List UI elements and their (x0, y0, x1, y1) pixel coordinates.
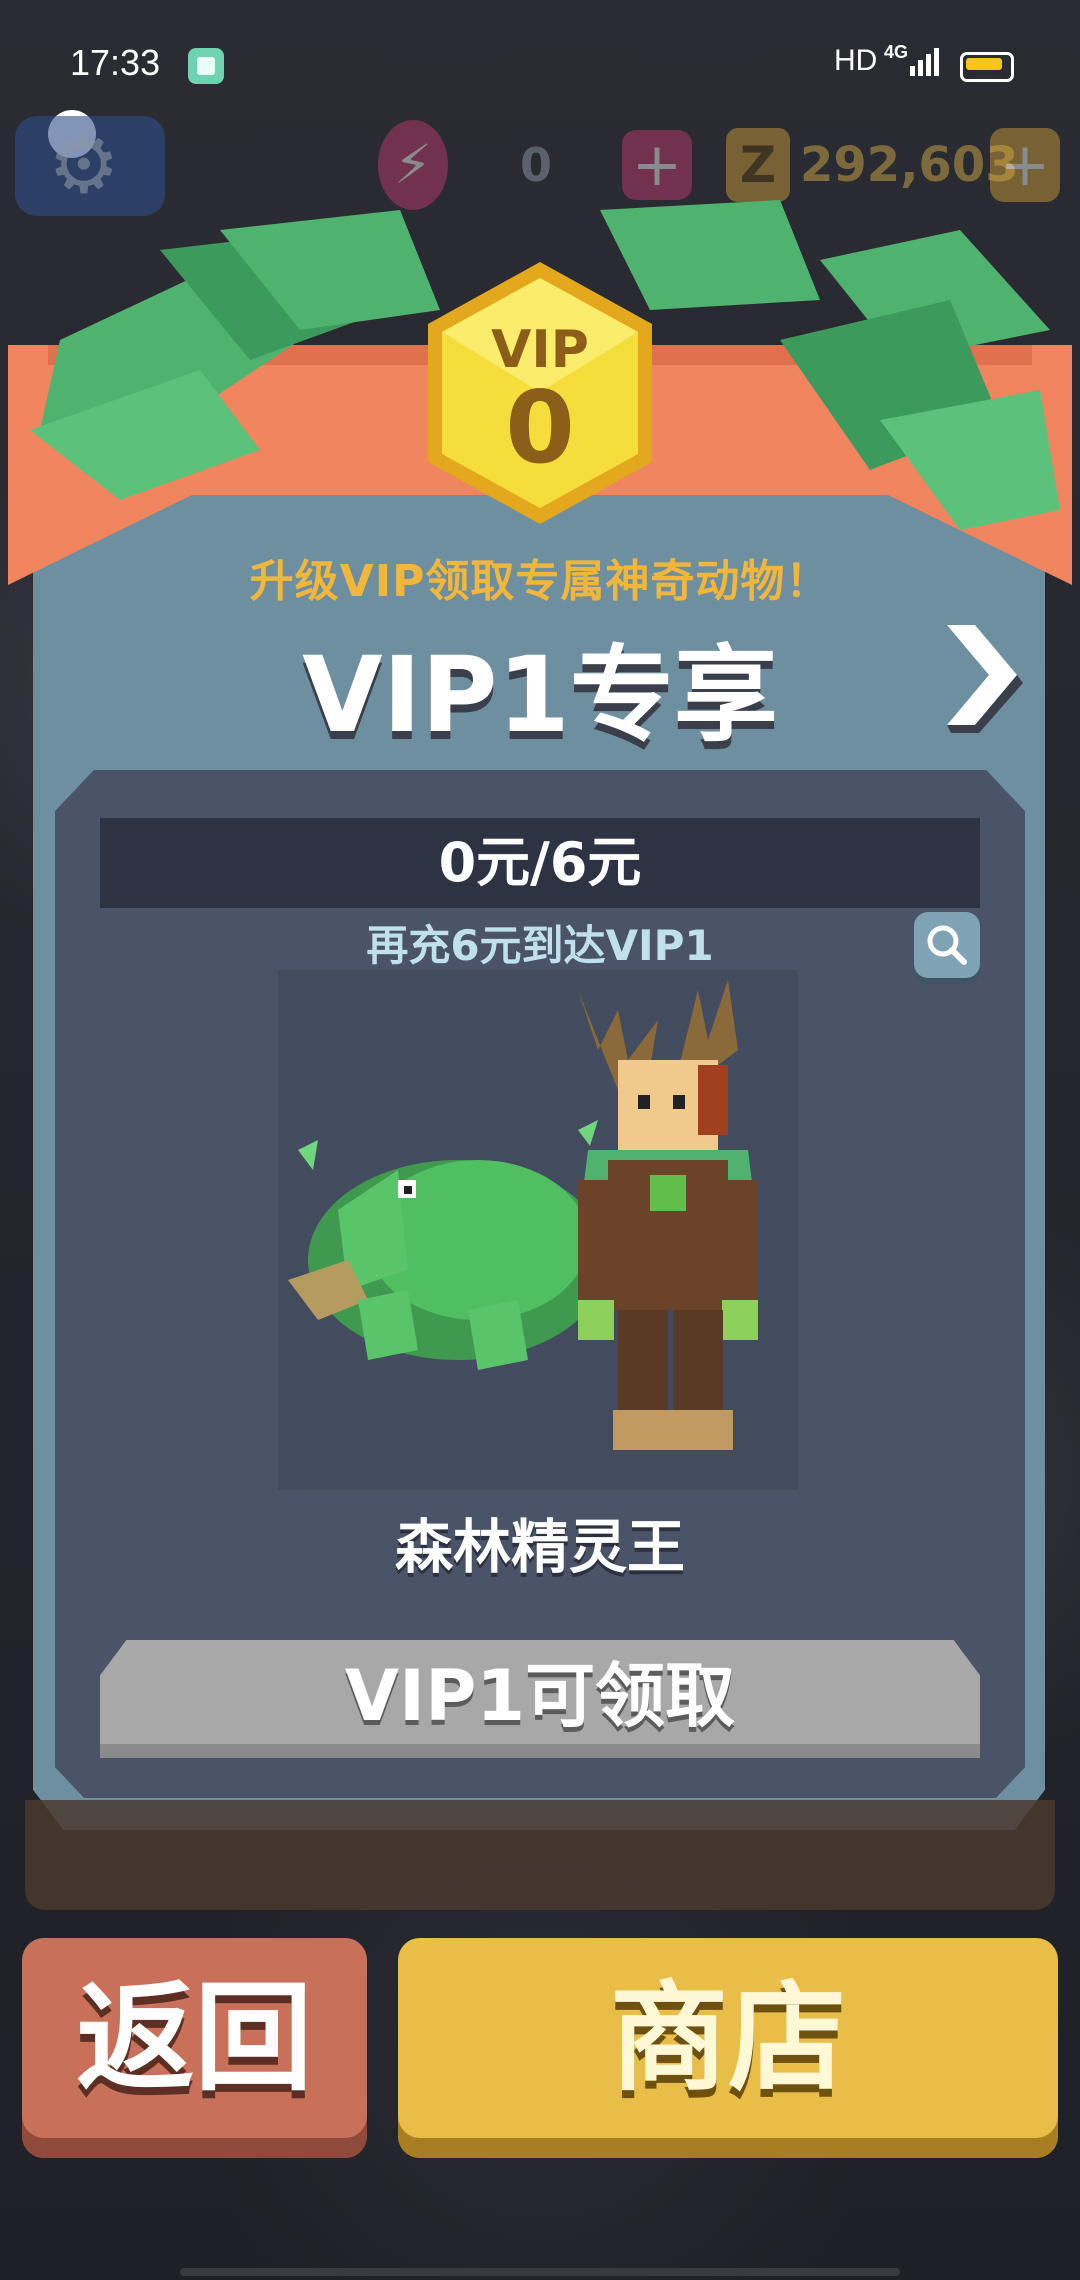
status-time: 17:33 (70, 42, 161, 83)
background-shelf (25, 1800, 1055, 1910)
battery-icon (960, 52, 1014, 82)
hd-indicator: HD (834, 44, 878, 77)
vip-badge-level: 0 (505, 369, 575, 486)
signal-icon (910, 48, 942, 76)
home-indicator[interactable] (180, 2268, 900, 2276)
vip-level-badge: VIP 0 (428, 262, 652, 524)
next-vip-arrow-icon[interactable] (935, 615, 1025, 735)
shop-button-label: 商店 (609, 1969, 846, 2107)
reward-name: 森林精灵王 (394, 1513, 685, 1581)
status-bar: 17:33 HD 4G (0, 0, 1080, 96)
recharge-progress-text: 0元/6元 (438, 831, 642, 894)
preview-button[interactable] (914, 912, 980, 978)
reward-pet-artwork (278, 970, 798, 1490)
app-notification-icon (188, 48, 224, 84)
back-button-label: 返回 (76, 1969, 313, 2107)
claim-button-label: VIP1可领取 (344, 1655, 736, 1737)
magnifier-icon (927, 925, 967, 965)
network-type-label: 4G (884, 42, 909, 62)
vip-subtitle: 升级VIP领取专属神奇动物！ (249, 556, 831, 607)
vip-title: VIP1专享 (302, 634, 778, 756)
